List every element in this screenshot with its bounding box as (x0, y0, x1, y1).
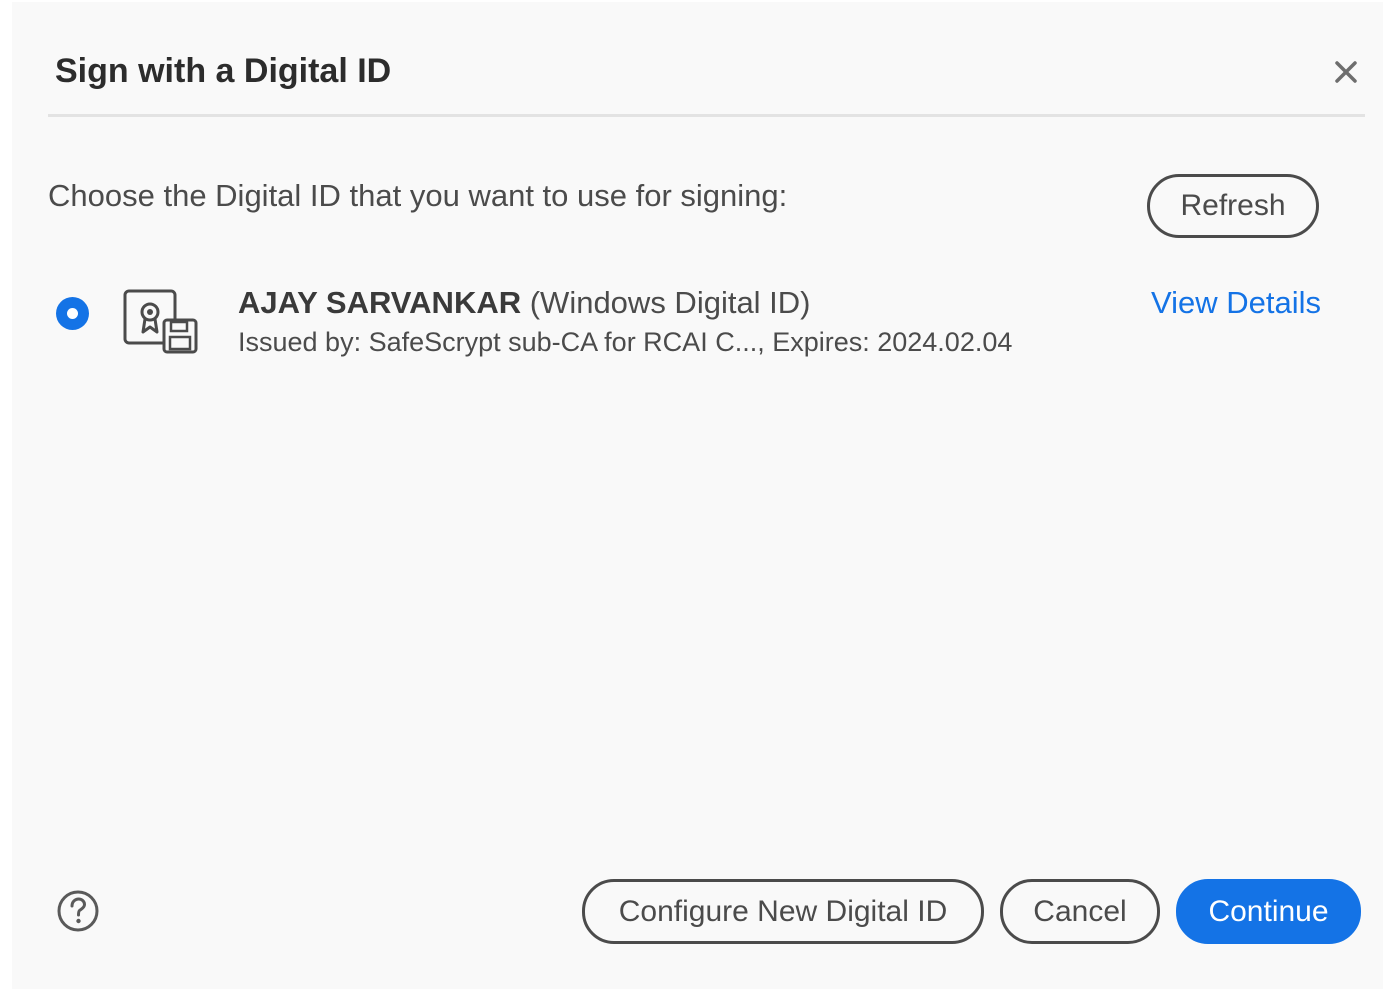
configure-new-digital-id-button[interactable]: Configure New Digital ID (582, 879, 984, 944)
continue-button[interactable]: Continue (1176, 879, 1361, 944)
instruction-text: Choose the Digital ID that you want to u… (48, 178, 788, 213)
view-details-link[interactable]: View Details (1151, 285, 1321, 321)
digital-id-name: AJAY SARVANKAR (238, 285, 522, 320)
digital-id-details: Issued by: SafeScrypt sub-CA for RCAI C.… (238, 327, 1013, 357)
cancel-button[interactable]: Cancel (1000, 879, 1160, 944)
digital-id-radio[interactable] (56, 297, 89, 330)
digital-id-type: (Windows Digital ID) (529, 285, 811, 320)
close-icon[interactable] (1328, 54, 1364, 90)
title-divider (48, 114, 1365, 117)
refresh-button[interactable]: Refresh (1147, 174, 1319, 238)
certificate-icon (122, 288, 200, 356)
digital-id-title: AJAY SARVANKAR (Windows Digital ID) (238, 285, 811, 321)
dialog-title: Sign with a Digital ID (55, 52, 392, 90)
sign-digital-id-dialog: Sign with a Digital ID Choose the Digita… (12, 2, 1383, 989)
help-icon[interactable] (56, 889, 100, 933)
